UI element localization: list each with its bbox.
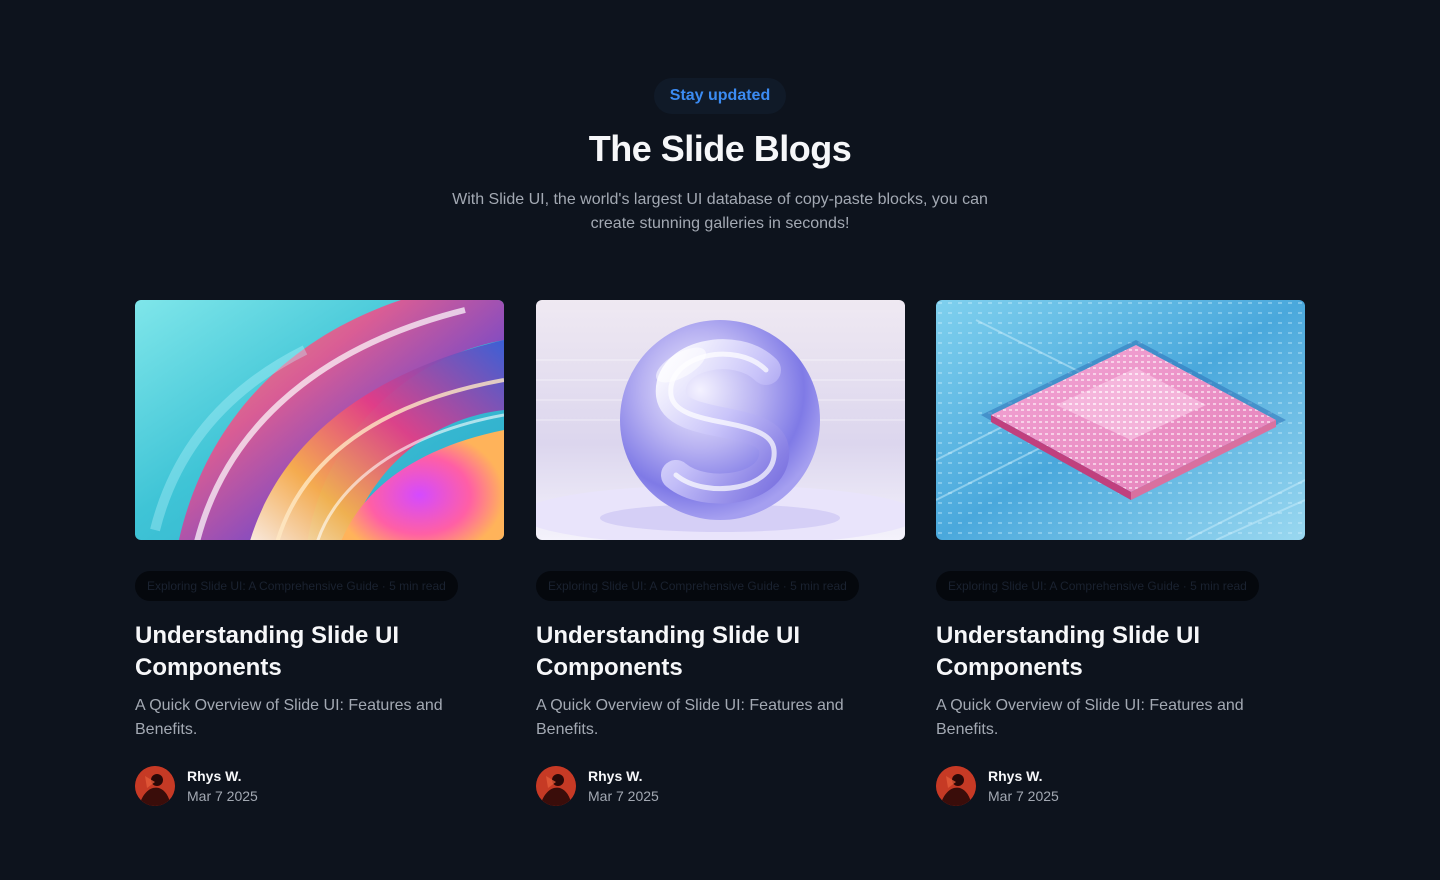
avatar xyxy=(536,766,576,806)
blog-card-description: A Quick Overview of Slide UI: Features a… xyxy=(536,697,844,738)
blog-card-image[interactable] xyxy=(536,300,905,540)
abstract-swirl-image xyxy=(135,300,504,540)
avatar xyxy=(936,766,976,806)
avatar-image xyxy=(135,766,175,806)
blog-card-image[interactable] xyxy=(135,300,504,540)
blog-card-grid: Exploring Slide UI: A Comprehensive Guid… xyxy=(135,300,1305,820)
post-date: Mar 7 2025 xyxy=(988,788,1059,804)
blog-card[interactable]: Exploring Slide UI: A Comprehensive Guid… xyxy=(536,300,905,806)
blog-card-title[interactable]: Understanding Slide UI Components xyxy=(936,620,1305,684)
blog-card[interactable]: Exploring Slide UI: A Comprehensive Guid… xyxy=(135,300,504,806)
blog-card-description: A Quick Overview of Slide UI: Features a… xyxy=(135,697,443,738)
blog-card-title[interactable]: Understanding Slide UI Components xyxy=(536,620,905,684)
blog-card-author: Rhys W. Mar 7 2025 xyxy=(135,766,504,806)
blog-card-tag: Exploring Slide UI: A Comprehensive Guid… xyxy=(135,571,458,601)
blog-card[interactable]: Exploring Slide UI: A Comprehensive Guid… xyxy=(936,300,1305,806)
blog-card-tag: Exploring Slide UI: A Comprehensive Guid… xyxy=(936,571,1259,601)
post-date: Mar 7 2025 xyxy=(588,788,659,804)
blog-card-tag: Exploring Slide UI: A Comprehensive Guid… xyxy=(536,571,859,601)
author-name[interactable]: Rhys W. xyxy=(988,766,1059,786)
circuit-chip-image xyxy=(936,300,1305,540)
blog-card-author: Rhys W. Mar 7 2025 xyxy=(936,766,1305,806)
blog-card-author: Rhys W. Mar 7 2025 xyxy=(536,766,905,806)
avatar xyxy=(135,766,175,806)
author-name[interactable]: Rhys W. xyxy=(588,766,659,786)
blog-card-title[interactable]: Understanding Slide UI Components xyxy=(135,620,504,684)
blog-section: Stay updated The Slide Blogs With Slide … xyxy=(0,0,1440,880)
avatar-image xyxy=(936,766,976,806)
glass-sphere-image xyxy=(536,300,905,540)
post-date: Mar 7 2025 xyxy=(187,788,258,804)
avatar-image xyxy=(536,766,576,806)
page-subtitle: With Slide UI, the world's largest UI da… xyxy=(452,191,988,232)
author-name[interactable]: Rhys W. xyxy=(187,766,258,786)
section-header: Stay updated The Slide Blogs With Slide … xyxy=(0,78,1440,236)
blog-card-description: A Quick Overview of Slide UI: Features a… xyxy=(936,697,1244,738)
eyebrow-badge: Stay updated xyxy=(653,78,787,114)
page-title: The Slide Blogs xyxy=(588,128,852,169)
blog-card-image[interactable] xyxy=(936,300,1305,540)
